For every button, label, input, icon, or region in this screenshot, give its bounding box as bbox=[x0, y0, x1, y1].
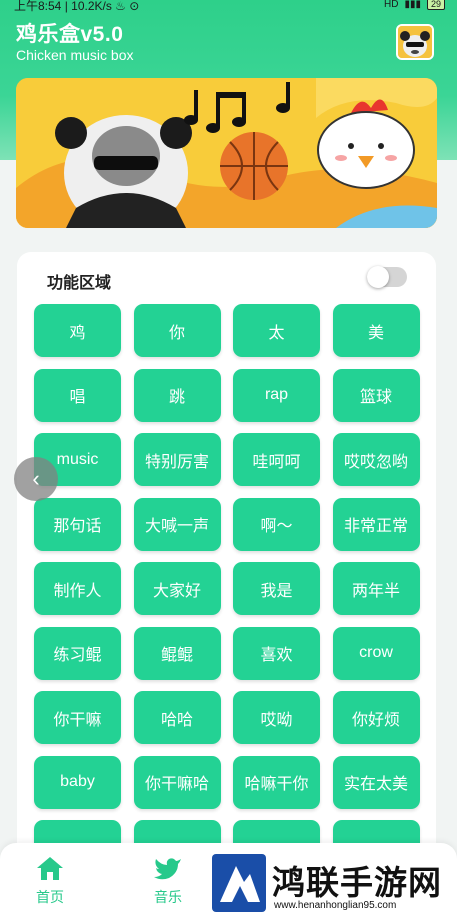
sound-button[interactable]: 你好烦 bbox=[332, 691, 420, 744]
nav-label-music: 音乐 bbox=[154, 889, 182, 905]
bird-icon bbox=[154, 858, 181, 880]
sound-button[interactable]: 哇呵呵 bbox=[233, 433, 320, 486]
nav-label-home: 首页 bbox=[36, 889, 64, 905]
sound-button[interactable]: 美 bbox=[332, 304, 420, 357]
chevron-left-icon[interactable]: ‹ bbox=[14, 457, 58, 501]
sound-button[interactable]: 喜欢 bbox=[233, 626, 320, 680]
function-panel: 功能区域 鸡你太美唱跳 rap 篮球 music 特别厉害 哇呵呵 哎哎忽哟 那句话 大喊一声啊… bbox=[17, 252, 436, 922]
sound-button[interactable]: 鲲鲲 bbox=[133, 626, 221, 680]
sound-button[interactable]: 哈哈 bbox=[133, 691, 221, 744]
watermark: 鸿联手游网 www.henanhonglian95.com bbox=[210, 852, 450, 916]
app-subtitle: Chicken music box bbox=[16, 47, 134, 63]
sound-button[interactable]: 大喊一声 bbox=[133, 497, 221, 551]
banner-illustration bbox=[16, 78, 437, 228]
sound-button[interactable]: rap bbox=[233, 368, 320, 422]
sound-button[interactable]: 唱 bbox=[34, 368, 121, 422]
battery-icon: 29 bbox=[426, 0, 445, 10]
sound-button[interactable]: 非常正常 bbox=[332, 497, 420, 551]
sound-button[interactable]: baby bbox=[34, 755, 121, 809]
sound-button[interactable]: 特别厉害 bbox=[133, 433, 221, 486]
sound-button[interactable]: 你干嘛 bbox=[34, 691, 121, 744]
sound-button[interactable]: 太 bbox=[233, 304, 320, 357]
sound-button[interactable]: 哈嘛干你 bbox=[233, 755, 320, 809]
sound-button[interactable]: 大家好 bbox=[133, 562, 221, 615]
sound-button-grid: 鸡你太美唱跳 rap 篮球 music 特别厉害 哇呵呵 哎哎忽哟 那句话 大喊一声 啊～ 非常正常… bbox=[34, 304, 420, 873]
nav-item-music[interactable]: 音乐 bbox=[138, 855, 198, 907]
sound-button[interactable]: crow bbox=[332, 626, 420, 680]
watermark-logo-icon bbox=[212, 854, 266, 912]
panel-title: 功能区域 bbox=[47, 275, 112, 292]
sound-button[interactable]: 哎呦 bbox=[233, 691, 320, 744]
status-icons: HD ▮▮▮ 29 bbox=[384, 0, 445, 10]
sound-button[interactable]: 鸡 bbox=[34, 304, 121, 357]
function-toggle[interactable] bbox=[367, 266, 407, 288]
sound-button[interactable]: 实在太美 bbox=[332, 755, 420, 809]
watermark-title: 鸿联手游网 bbox=[272, 863, 442, 902]
sound-button[interactable]: 跳 bbox=[133, 368, 221, 422]
panda-avatar-icon bbox=[398, 26, 432, 58]
sound-button[interactable]: 那句话 bbox=[34, 497, 121, 551]
status-text: 上午8:54 | 10.2K/s ♨ ⊙ bbox=[14, 0, 140, 13]
sound-button[interactable]: 两年半 bbox=[332, 562, 420, 615]
sound-button[interactable]: 练习鲲 bbox=[34, 626, 121, 680]
home-icon bbox=[37, 857, 63, 880]
avatar[interactable] bbox=[396, 24, 434, 60]
nav-item-home[interactable]: 首页 bbox=[20, 855, 80, 907]
sound-button[interactable]: 我是 bbox=[233, 562, 320, 615]
watermark-url: www.henanhonglian95.com bbox=[274, 900, 397, 911]
sound-button[interactable]: 制作人 bbox=[34, 562, 121, 615]
banner[interactable] bbox=[16, 78, 437, 228]
signal-icon: ▮▮▮ bbox=[404, 0, 421, 10]
sound-button[interactable]: 哎哎忽哟 bbox=[332, 433, 420, 486]
sound-button[interactable]: 篮球 bbox=[332, 368, 420, 422]
hd-icon: HD bbox=[384, 0, 399, 10]
toggle-knob bbox=[367, 266, 389, 288]
app-title: 鸡乐盒v5.0 bbox=[16, 23, 124, 46]
sound-button[interactable]: 你 bbox=[133, 304, 221, 357]
status-bar: 上午8:54 | 10.2K/s ♨ ⊙ HD ▮▮▮ 29 bbox=[0, 0, 457, 14]
sound-button[interactable]: 你干嘛哈 bbox=[133, 755, 221, 809]
sound-button[interactable]: 啊～ bbox=[233, 497, 320, 551]
